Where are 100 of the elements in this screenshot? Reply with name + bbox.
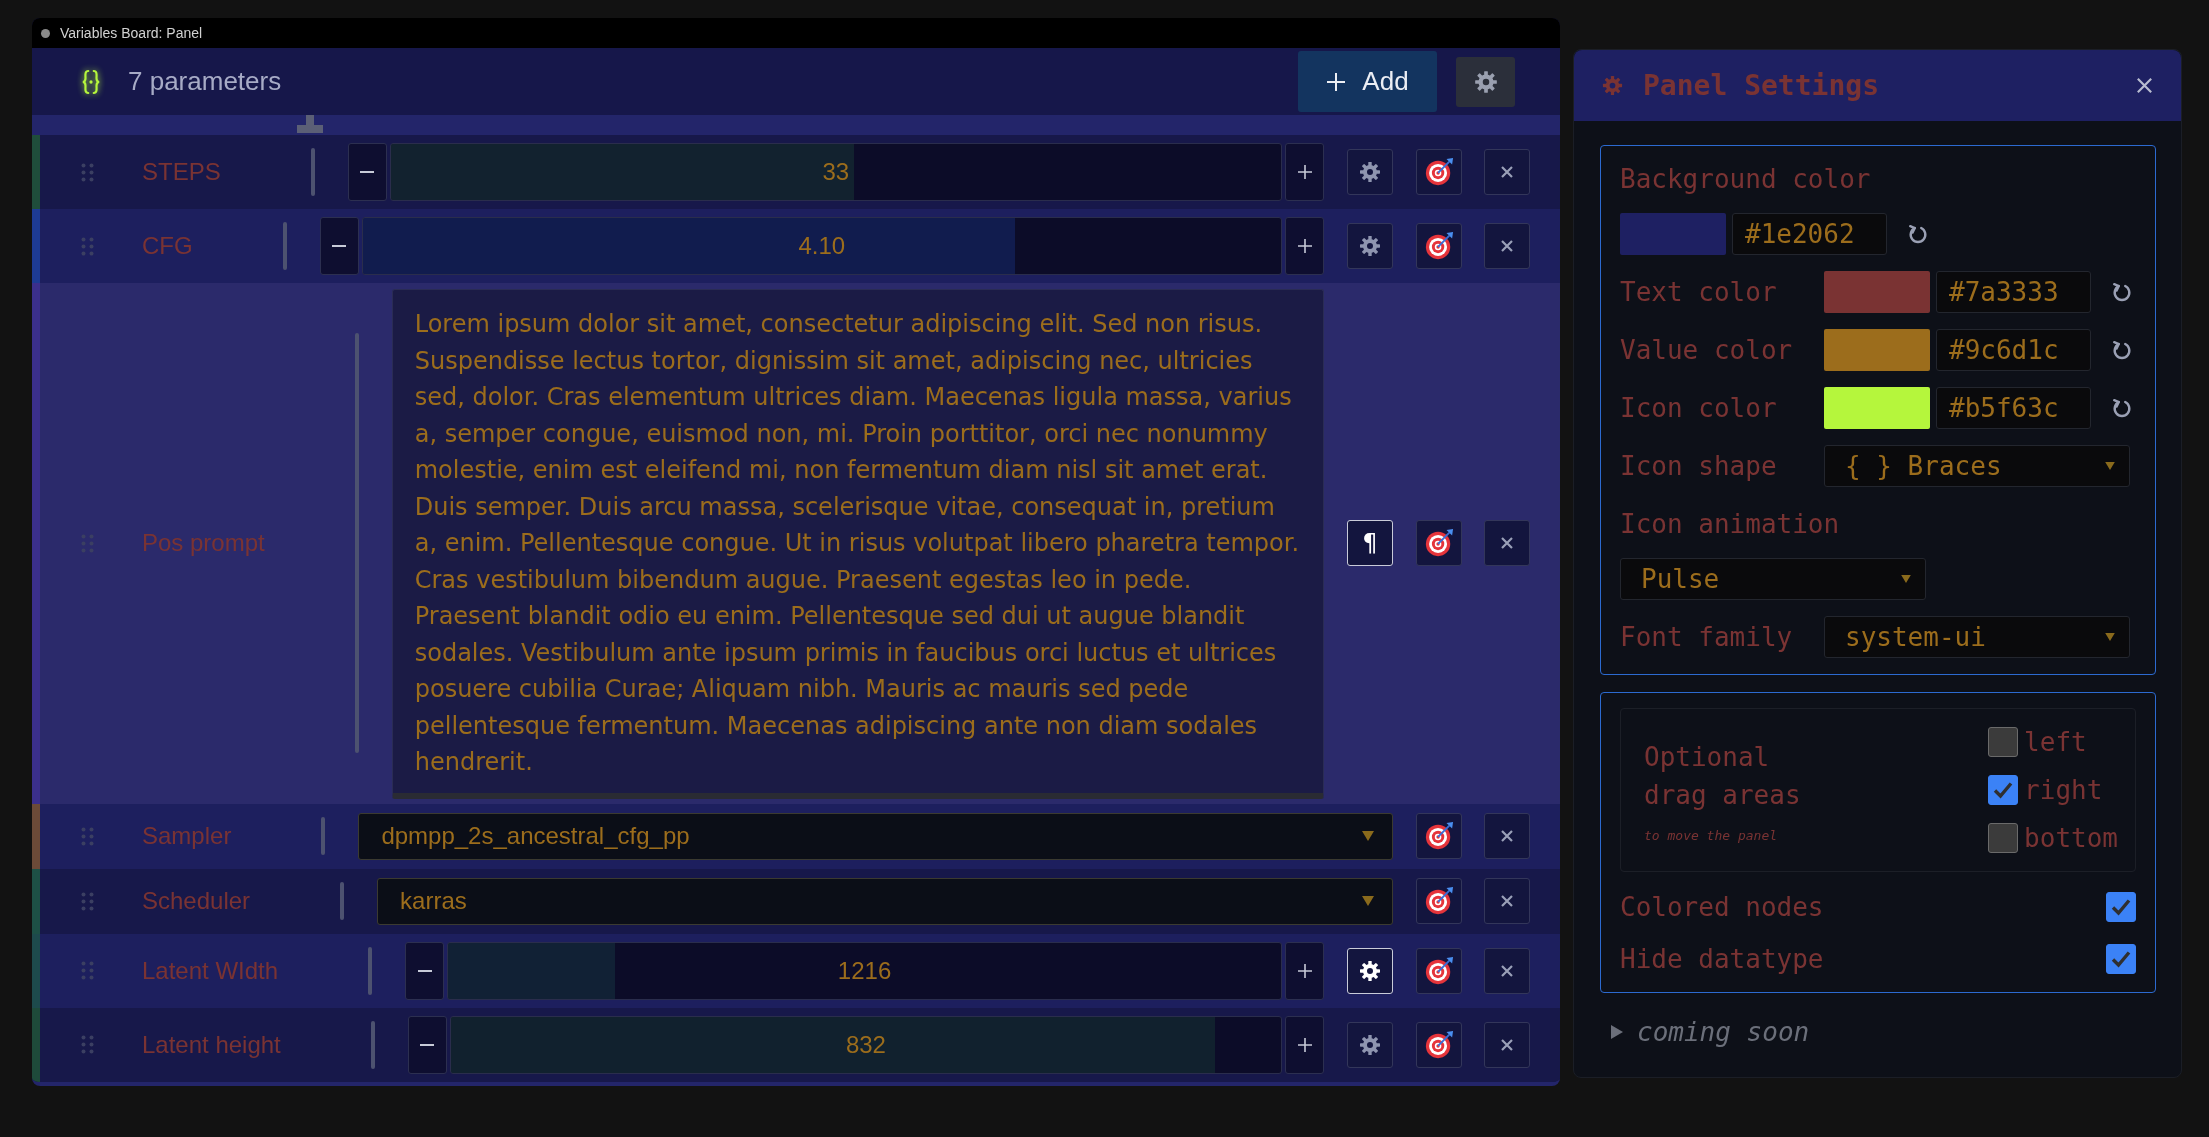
remove-button[interactable] xyxy=(1484,947,1530,994)
remove-button[interactable] xyxy=(1484,520,1530,567)
close-icon xyxy=(1500,963,1514,978)
caret-icon xyxy=(1362,896,1374,906)
gear-icon xyxy=(1358,958,1382,983)
close-icon xyxy=(1500,1037,1514,1052)
checkbox[interactable] xyxy=(1988,775,2019,805)
parameter-label: Pos prompt xyxy=(142,529,266,558)
setting-label: Text color xyxy=(1620,276,1778,309)
checkbox[interactable] xyxy=(1988,727,2019,757)
reset-icon[interactable] xyxy=(2111,397,2133,419)
target-icon xyxy=(1424,157,1454,187)
format-button[interactable]: ¶ xyxy=(1347,520,1393,567)
color-swatch[interactable] xyxy=(1620,213,1726,255)
parameter-label: Scheduler xyxy=(142,887,252,915)
reset-icon[interactable] xyxy=(2111,339,2133,361)
grip-icon[interactable] xyxy=(81,961,94,980)
resize-handle-icon[interactable] xyxy=(297,115,323,133)
dropdown[interactable]: { } Braces xyxy=(1824,445,2130,487)
grip-icon[interactable] xyxy=(81,162,94,182)
close-icon xyxy=(1500,829,1514,843)
reset-icon[interactable] xyxy=(2111,281,2133,303)
increment-button[interactable] xyxy=(1285,217,1324,275)
reset-icon[interactable] xyxy=(1907,223,1929,245)
dropdown[interactable]: system-ui xyxy=(1824,616,2130,658)
target-button[interactable] xyxy=(1416,947,1462,994)
remove-button[interactable] xyxy=(1484,878,1530,924)
setting-label: Value color xyxy=(1620,334,1794,367)
options-button[interactable] xyxy=(1347,223,1393,269)
add-button[interactable]: Add xyxy=(1298,51,1437,112)
plus-icon xyxy=(1297,165,1312,179)
checkbox[interactable] xyxy=(1988,823,2019,853)
increment-button[interactable] xyxy=(1285,1015,1324,1074)
grip-icon[interactable] xyxy=(81,1035,94,1054)
remove-button[interactable] xyxy=(1484,223,1530,269)
setting-label: Background color xyxy=(1620,163,1871,196)
dropdown[interactable]: karras xyxy=(377,877,1393,925)
hex-input[interactable]: #7a3333 xyxy=(1936,271,2091,313)
group-label: Optional drag areas xyxy=(1644,740,1802,812)
gear-icon xyxy=(1358,234,1382,258)
dropdown[interactable]: dpmpp_2s_ancestral_cfg_pp xyxy=(358,812,1393,860)
value-text: 832 xyxy=(845,1030,886,1059)
grip-icon[interactable] xyxy=(81,826,94,846)
remove-button[interactable] xyxy=(1484,1021,1530,1068)
minus-icon xyxy=(360,171,375,173)
checkbox[interactable] xyxy=(2106,944,2136,974)
window-title: Variables Board: Panel xyxy=(60,25,203,41)
coming-soon-toggle[interactable]: coming soon xyxy=(1611,1017,1810,1047)
remove-button[interactable] xyxy=(1484,813,1530,859)
caret-icon xyxy=(1362,831,1374,841)
setting-label: Font family xyxy=(1620,621,1794,654)
parameter-label: Latent WIdth xyxy=(142,956,280,985)
plus-icon xyxy=(1297,963,1312,978)
color-swatch[interactable] xyxy=(1824,329,1930,371)
close-icon xyxy=(1500,894,1514,908)
setting-label: Icon shape xyxy=(1620,450,1778,483)
value-slider[interactable]: 33 xyxy=(389,143,1282,201)
color-swatch[interactable] xyxy=(1824,271,1930,313)
parameter-label: CFG xyxy=(142,232,194,260)
hex-input[interactable]: #1e2062 xyxy=(1732,213,1887,255)
dropdown[interactable]: Pulse xyxy=(1620,558,1926,600)
grip-icon[interactable] xyxy=(81,236,94,256)
target-button[interactable] xyxy=(1416,520,1462,567)
gear-icon xyxy=(1358,160,1382,184)
target-button[interactable] xyxy=(1416,149,1462,195)
checkbox[interactable] xyxy=(2106,892,2136,922)
hex-input[interactable]: #9c6d1c xyxy=(1936,329,2091,371)
caret-icon xyxy=(2105,633,2115,641)
target-button[interactable] xyxy=(1416,223,1462,269)
close-icon xyxy=(1500,536,1514,551)
hex-input[interactable]: #b5f63c xyxy=(1936,387,2091,429)
gear-icon xyxy=(1601,74,1624,97)
prompt-textarea[interactable]: Lorem ipsum dolor sit amet, consectetur adipiscing elit. Sed non risus. Suspendisse lectus tortor, dignissim sit amet, adipiscing nec, ultricies sed, dolor. Cras elementum ultrices diam. Maecenas ligula massa, varius a, semper congue, euismod non, mi. Proin porttitor, orci nec nonummy molestie, enim est eleifend mi, non fermentum diam nisl sit amet erat. Duis semper. Duis arcu massa, scelerisque vitae, consequat in, pretium a, enim. Pellentesque congue. Ut in risus volutpat libero pharetra tempor. Cras vestibulum bibendum augue. Praesent egestas leo in pede. Praesent blandit odio eu enim. Pellentesque sed dui ut augue blandit sodales. Vestibulum ante ipsum primis in faucibus orci luctus et ultrices posuere cubilia Curae; Aliquam nibh. Mauris ac mauris sed pede pellentesque fermentum. Maecenas adipiscing ante non diam sodales hendrerit. xyxy=(391,289,1324,799)
increment-button[interactable] xyxy=(1285,143,1324,201)
value-slider[interactable]: 832 xyxy=(449,1015,1282,1074)
parameter-label: STEPS xyxy=(142,158,222,186)
plus-icon xyxy=(1326,71,1347,92)
setting-label: Icon color xyxy=(1620,392,1778,425)
options-button[interactable] xyxy=(1347,1021,1393,1068)
target-button[interactable] xyxy=(1416,813,1462,859)
increment-button[interactable] xyxy=(1285,941,1324,1000)
checkbox-label: right xyxy=(2024,775,2103,805)
value-slider[interactable]: 1216 xyxy=(447,941,1282,1000)
setting-label: Icon animation xyxy=(1620,508,1840,541)
target-icon xyxy=(1424,1029,1454,1060)
target-button[interactable] xyxy=(1416,878,1462,924)
minus-icon xyxy=(420,1043,435,1046)
gear-icon xyxy=(1358,1032,1382,1057)
remove-button[interactable] xyxy=(1484,149,1530,195)
target-button[interactable] xyxy=(1416,1021,1462,1068)
grip-icon[interactable] xyxy=(81,891,94,911)
color-swatch[interactable] xyxy=(1824,387,1930,429)
target-icon xyxy=(1424,821,1454,851)
target-icon xyxy=(1424,955,1454,986)
value-text: 4.10 xyxy=(798,232,846,260)
options-button[interactable] xyxy=(1347,149,1393,195)
target-icon xyxy=(1424,528,1454,559)
settings-button[interactable] xyxy=(1456,56,1515,107)
value-slider[interactable]: 4.10 xyxy=(361,217,1282,275)
value-text: 33 xyxy=(822,158,850,186)
